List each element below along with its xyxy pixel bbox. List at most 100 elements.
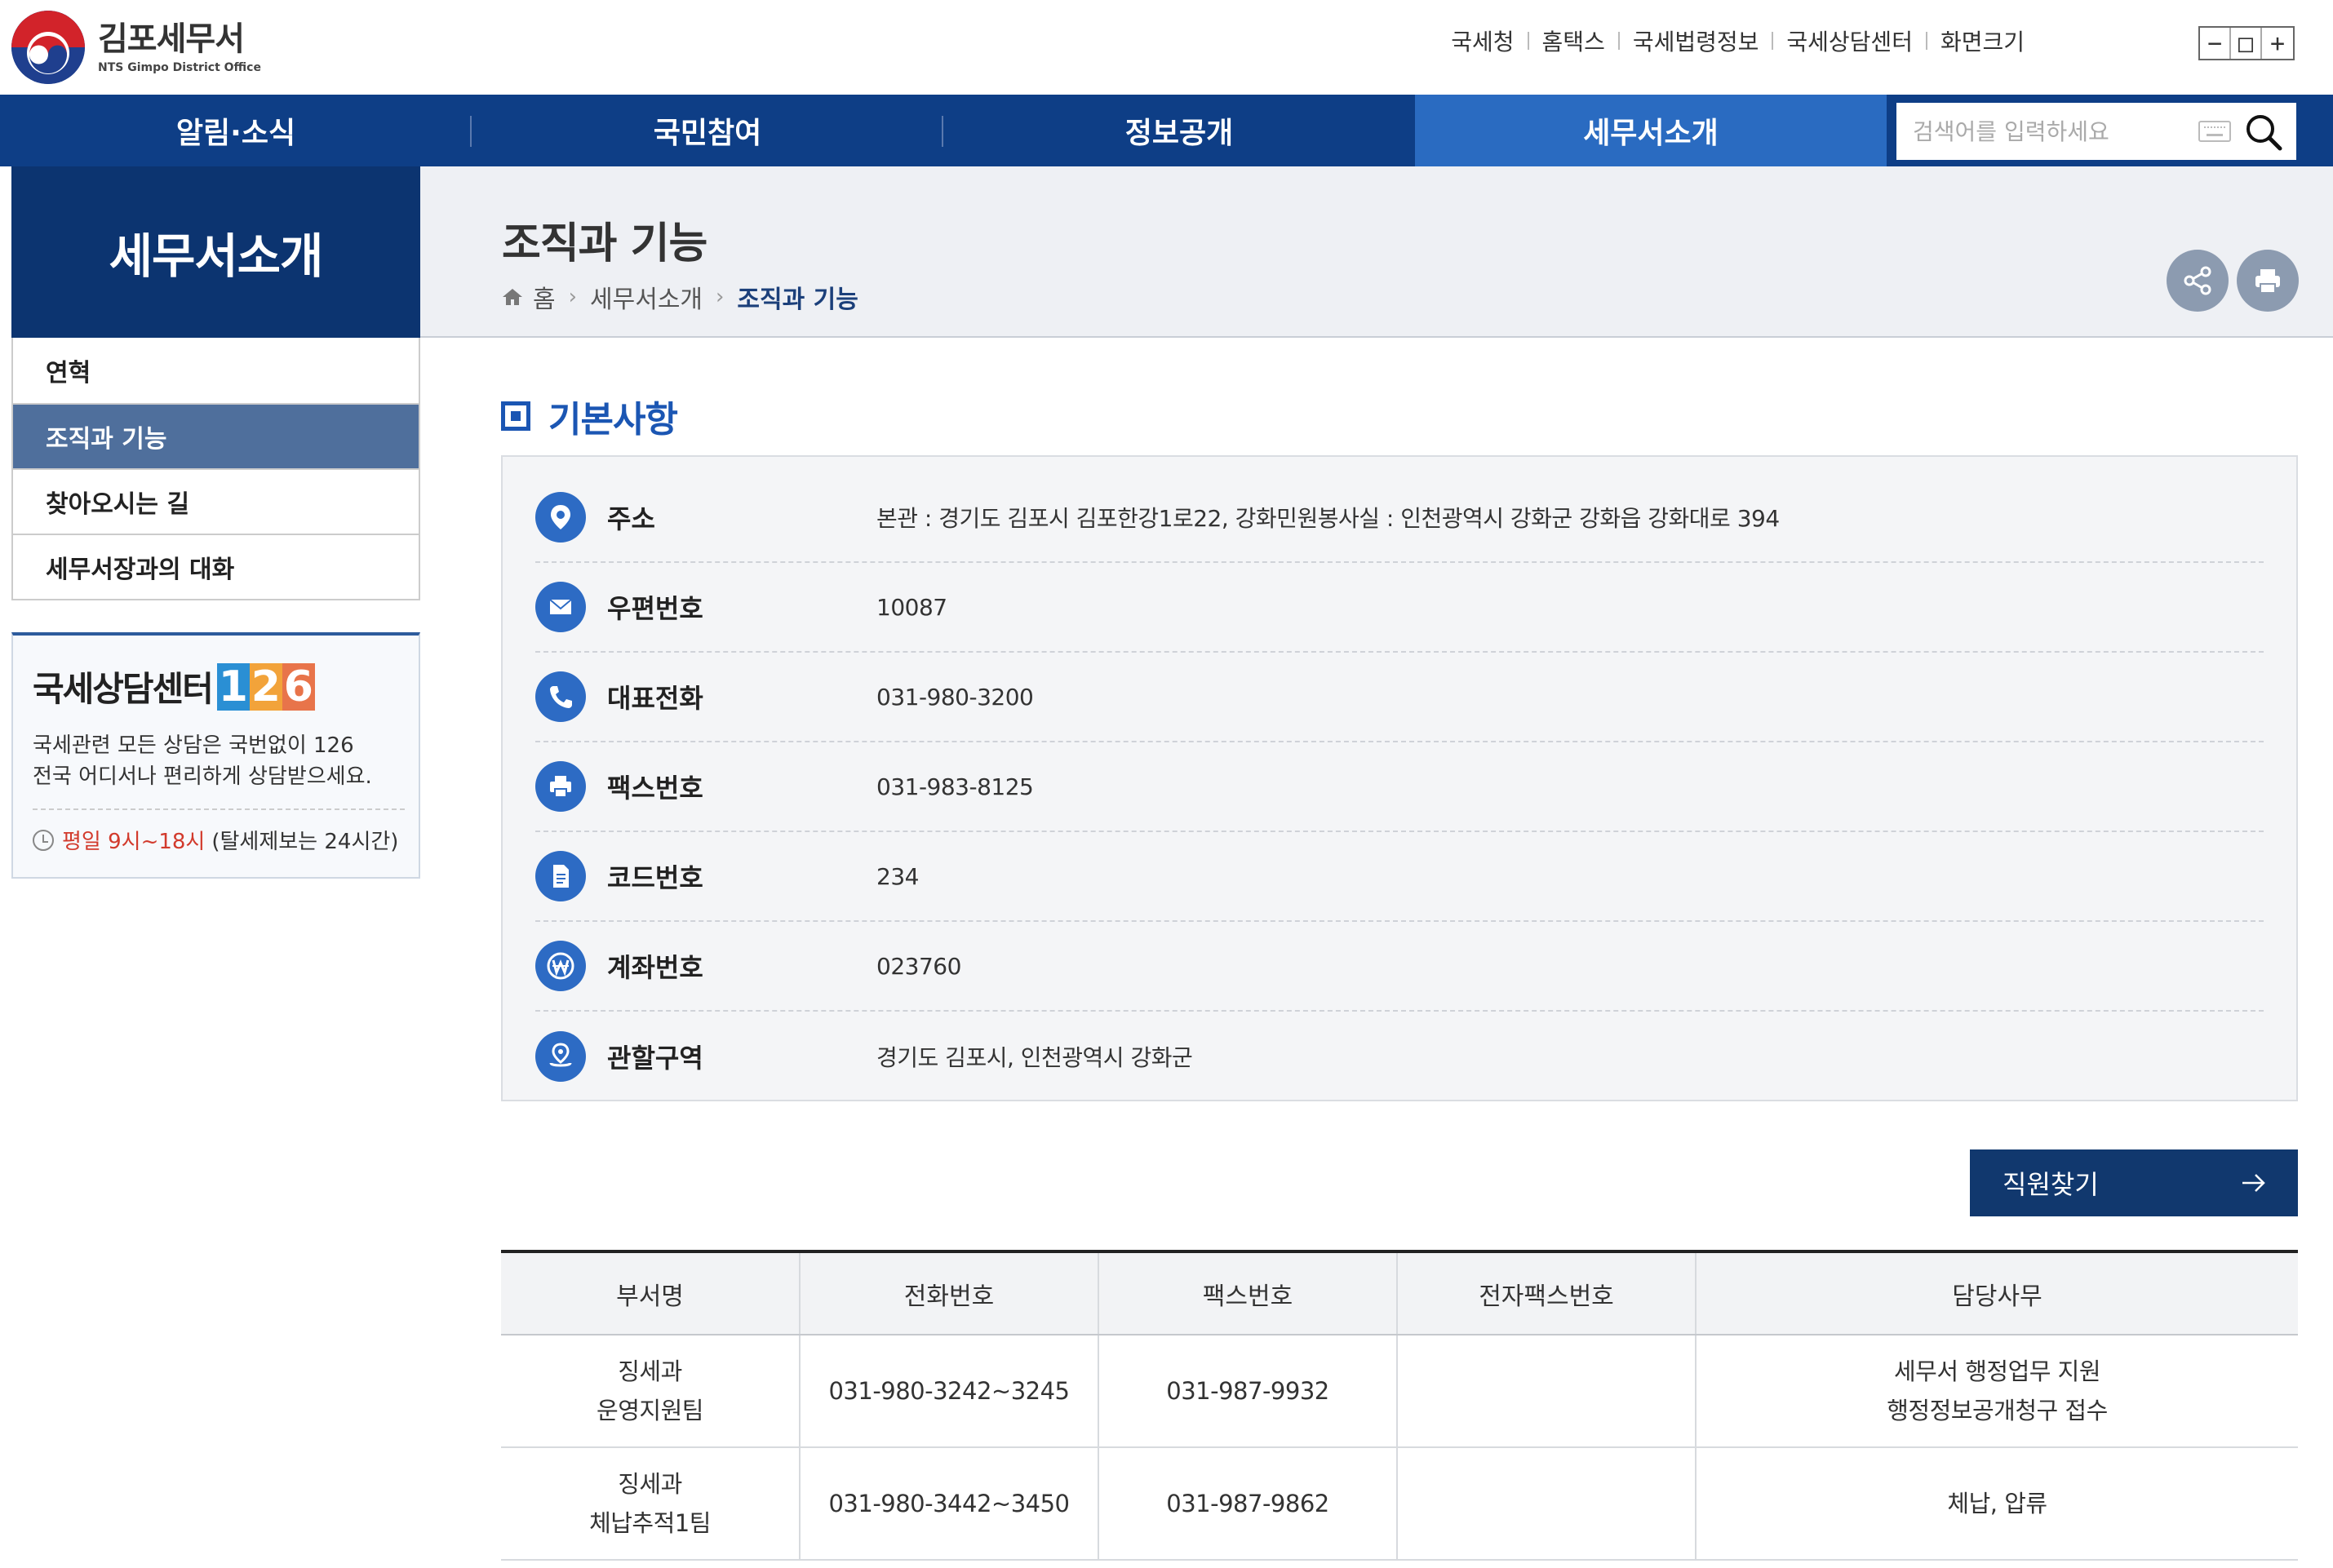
util-link-hometax[interactable]: 홈택스 (1529, 24, 1618, 57)
util-link-consult-center[interactable]: 국세상담센터 (1773, 24, 1926, 57)
sidebar-item-chief-dialogue[interactable]: 세무서장과의 대화 (13, 534, 419, 599)
util-link-nts[interactable]: 국세청 (1438, 24, 1527, 57)
chevron-right-icon: › (716, 285, 725, 309)
info-value: 234 (876, 862, 919, 890)
consult-hours: 평일 9시~18시 (탈세제보는 24시간) (33, 825, 398, 855)
info-row-fax: 팩스번호 031-983-8125 (535, 742, 2264, 832)
table-row: 징세과 체납추적1팀 031-980-3442~3450 031-987-986… (501, 1447, 2298, 1561)
consult-hours-note: (탈세제보는 24시간) (211, 830, 399, 854)
info-value: 031-980-3200 (876, 683, 1034, 711)
breadcrumb-home[interactable]: 홈 (533, 279, 556, 315)
consult-number-126: 1 2 6 (216, 662, 315, 711)
fax-printer-icon (535, 761, 586, 812)
section-title: 기본사항 (548, 399, 678, 441)
page-header: 조직과 기능 홈 › 세무서소개 › 조직과 기능 (420, 166, 2333, 338)
font-size-label: 화면크기 (1940, 29, 2025, 55)
site-logo[interactable]: 김포세무서 NTS Gimpo District Office (11, 8, 261, 86)
page-title: 조직과 기능 (502, 219, 707, 268)
info-row-account: 계좌번호 023760 (535, 922, 2264, 1012)
info-row-phone: 대표전화 031-980-3200 (535, 653, 2264, 742)
info-label: 주소 (607, 503, 655, 534)
info-label: 대표전화 (607, 683, 703, 714)
map-area-icon (535, 1031, 586, 1082)
find-staff-button[interactable]: 직원찾기 (1970, 1149, 2298, 1216)
info-label: 우편번호 (607, 593, 703, 624)
info-value: 031-983-8125 (876, 773, 1034, 800)
top-header: 김포세무서 NTS Gimpo District Office 국세청 홈택스 … (0, 0, 2333, 95)
consult-hours-weekday: 평일 9시~18시 (62, 830, 206, 854)
print-button[interactable] (2237, 250, 2299, 312)
logo-title: 김포세무서 (98, 20, 245, 58)
arrow-right-icon (2242, 1174, 2265, 1192)
utility-links: 국세청 홈택스 국세법령정보 국세상담센터 화면크기 (1438, 24, 2038, 57)
consult-center-banner[interactable]: 국세상담센터 1 2 6 국세관련 모든 상담은 국번없이 126 전국 어디서… (11, 632, 420, 879)
share-icon (2184, 266, 2211, 295)
breadcrumb: 홈 › 세무서소개 › 조직과 기능 (502, 279, 858, 315)
efax-cell (1396, 1447, 1696, 1561)
util-link-tax-law[interactable]: 국세법령정보 (1620, 24, 1772, 57)
logo-subtitle: NTS Gimpo District Office (98, 61, 261, 74)
duty-cell: 체납, 압류 (1695, 1447, 2298, 1561)
info-row-jurisdiction: 관할구역 경기도 김포시, 인천광역시 강화군 (535, 1012, 2264, 1101)
dept-name-cell: 징세과 운영지원팀 (501, 1335, 800, 1448)
find-staff-label: 직원찾기 (2003, 1169, 2099, 1200)
column-header: 전화번호 (799, 1251, 1098, 1335)
phone-cell: 031-980-3442~3450 (799, 1447, 1098, 1561)
info-value: 10087 (876, 593, 947, 621)
table-header-row: 부서명 전화번호 팩스번호 전자팩스번호 담당사무 (501, 1251, 2298, 1335)
square-bullet-icon (501, 401, 530, 431)
info-label: 팩스번호 (607, 773, 703, 804)
phone-cell: 031-980-3242~3245 (799, 1335, 1098, 1448)
nav-item-office-intro[interactable]: 세무서소개 (1415, 95, 1887, 166)
won-currency-icon (535, 941, 586, 991)
phone-icon (535, 671, 586, 722)
info-value: 경기도 김포시, 인천광역시 강화군 (876, 1044, 1193, 1071)
font-increase-button[interactable]: + (2262, 28, 2293, 59)
section-heading: 기본사항 (501, 390, 678, 442)
location-pin-icon (535, 492, 586, 543)
chevron-right-icon: › (568, 285, 578, 309)
nav-item-disclosure[interactable]: 정보공개 (943, 95, 1415, 166)
efax-cell (1396, 1335, 1696, 1448)
info-label: 코드번호 (607, 862, 703, 893)
nav-item-participation[interactable]: 국민참여 (472, 95, 943, 166)
breadcrumb-office-intro[interactable]: 세무서소개 (590, 279, 703, 315)
breadcrumb-current[interactable]: 조직과 기능 (737, 279, 858, 315)
home-icon[interactable] (502, 287, 523, 307)
nts-emblem-icon (11, 11, 85, 84)
nav-item-news[interactable]: 알림·소식 (0, 95, 472, 166)
fax-cell: 031-987-9932 (1098, 1335, 1397, 1448)
column-header: 팩스번호 (1098, 1251, 1397, 1335)
sidebar-menu: 연혁 조직과 기능 찾아오시는 길 세무서장과의 대화 (11, 338, 420, 600)
duty-cell: 세무서 행정업무 지원 행정정보공개청구 접수 (1695, 1335, 2298, 1448)
virtual-keyboard-icon[interactable] (2198, 121, 2231, 142)
department-table: 부서명 전화번호 팩스번호 전자팩스번호 담당사무 징세과 운영지원팀 031-… (501, 1250, 2298, 1561)
info-row-address: 주소 본관 : 경기도 김포시 김포한강1로22, 강화민원봉사실 : 인천광역… (535, 473, 2264, 563)
search-box (1896, 103, 2296, 160)
search-input[interactable] (1913, 117, 2190, 145)
info-row-postal: 우편번호 10087 (535, 563, 2264, 653)
font-reset-button[interactable]: □ (2231, 28, 2262, 59)
dept-name-cell: 징세과 체납추적1팀 (501, 1447, 800, 1561)
table-row: 징세과 운영지원팀 031-980-3242~3245 031-987-9932… (501, 1335, 2298, 1448)
basic-info-panel: 주소 본관 : 경기도 김포시 김포한강1로22, 강화민원봉사실 : 인천광역… (501, 455, 2298, 1101)
document-icon (535, 851, 586, 901)
search-icon[interactable] (2242, 111, 2285, 153)
info-row-code: 코드번호 234 (535, 832, 2264, 922)
sidebar-item-organization[interactable]: 조직과 기능 (13, 403, 419, 468)
mail-icon (535, 582, 586, 632)
column-header: 부서명 (501, 1251, 800, 1335)
font-decrease-button[interactable]: − (2200, 28, 2231, 59)
printer-icon (2255, 269, 2280, 294)
sidebar-item-directions[interactable]: 찾아오시는 길 (13, 468, 419, 534)
sidebar-item-history[interactable]: 연혁 (13, 338, 419, 403)
info-label: 관할구역 (607, 1043, 703, 1074)
share-button[interactable] (2167, 250, 2229, 312)
clock-icon (33, 829, 54, 851)
column-header: 전자팩스번호 (1396, 1251, 1696, 1335)
consult-description: 국세관련 모든 상담은 국번없이 126 전국 어디서나 편리하게 상담받으세요… (33, 733, 372, 789)
column-header: 담당사무 (1695, 1251, 2298, 1335)
consult-title: 국세상담센터 (33, 669, 214, 709)
info-value: 본관 : 경기도 김포시 김포한강1로22, 강화민원봉사실 : 인천광역시 강… (876, 505, 1780, 532)
info-value: 023760 (876, 952, 961, 980)
